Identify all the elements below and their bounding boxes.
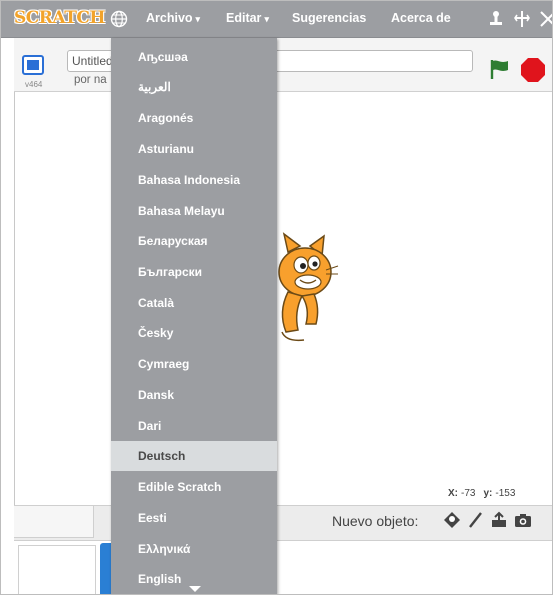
language-item[interactable]: Беларуская bbox=[111, 226, 277, 256]
y-value: -153 bbox=[495, 488, 516, 499]
scroll-down-icon[interactable] bbox=[189, 586, 201, 592]
menu-archivo-label: Archivo bbox=[146, 11, 193, 25]
menu-acerca-de[interactable]: Acerca de bbox=[391, 11, 451, 25]
language-item[interactable]: Eesti bbox=[111, 503, 277, 533]
fullscreen-icon bbox=[27, 60, 39, 70]
y-label: y: bbox=[483, 488, 493, 499]
chevron-down-icon: ▾ bbox=[264, 14, 269, 24]
x-label: X: bbox=[448, 488, 458, 499]
green-flag-icon[interactable] bbox=[488, 58, 510, 80]
new-sprite-label: Nuevo objeto: bbox=[332, 513, 419, 529]
stage-thumbnail[interactable] bbox=[18, 545, 96, 595]
grow-icon[interactable] bbox=[538, 9, 553, 29]
duplicate-stamp-icon[interactable] bbox=[486, 9, 506, 29]
menubar: SCRATCH Archivo ▾ Editar ▾ Sugerencias Ace… bbox=[0, 0, 553, 38]
mouse-coordinates: X: -73 y: -153 bbox=[448, 488, 523, 499]
cut-scissors-icon[interactable] bbox=[512, 9, 532, 29]
scratch-logo[interactable]: SCRATCH bbox=[14, 8, 105, 28]
camera-icon[interactable] bbox=[514, 511, 532, 529]
paint-brush-icon[interactable] bbox=[466, 511, 484, 529]
menu-sugerencias[interactable]: Sugerencias bbox=[292, 11, 366, 25]
menu-editar[interactable]: Editar ▾ bbox=[226, 11, 269, 25]
version-label: v464 bbox=[25, 80, 43, 89]
language-item[interactable]: Ελληνικά bbox=[111, 534, 277, 564]
language-item[interactable]: Asturianu bbox=[111, 134, 277, 164]
language-item[interactable]: Català bbox=[111, 288, 277, 318]
project-author: por na bbox=[74, 74, 107, 86]
stage-thumbnail-tab[interactable] bbox=[14, 506, 94, 538]
presentation-mode-button[interactable] bbox=[22, 55, 44, 75]
language-item[interactable]: Edible Scratch bbox=[111, 472, 277, 502]
globe-icon[interactable] bbox=[110, 10, 128, 28]
menu-archivo[interactable]: Archivo ▾ bbox=[146, 11, 200, 25]
language-item[interactable]: Bahasa Melayu bbox=[111, 196, 277, 226]
language-item-highlighted[interactable]: Deutsch bbox=[111, 441, 277, 471]
language-item[interactable]: Cymraeg bbox=[111, 349, 277, 379]
stop-sign-icon[interactable] bbox=[520, 57, 546, 83]
language-item[interactable]: Dari bbox=[111, 411, 277, 441]
sprite-library-icon[interactable] bbox=[443, 511, 461, 529]
language-item[interactable]: Български bbox=[111, 257, 277, 287]
upload-sprite-icon[interactable] bbox=[490, 511, 508, 529]
chevron-down-icon: ▾ bbox=[195, 14, 201, 24]
language-item[interactable]: Česky bbox=[111, 318, 277, 348]
language-item[interactable]: Bahasa Indonesia bbox=[111, 165, 277, 195]
language-item[interactable]: العربية bbox=[111, 72, 277, 102]
language-item[interactable]: Аҧсшәа bbox=[111, 42, 277, 72]
language-item[interactable]: Aragonés bbox=[111, 103, 277, 133]
language-menu: Аҧсшәа العربية Aragonés Asturianu Bahasa… bbox=[111, 38, 277, 595]
language-item[interactable]: Dansk bbox=[111, 380, 277, 410]
x-value: -73 bbox=[461, 488, 476, 499]
menu-editar-label: Editar bbox=[226, 11, 262, 25]
